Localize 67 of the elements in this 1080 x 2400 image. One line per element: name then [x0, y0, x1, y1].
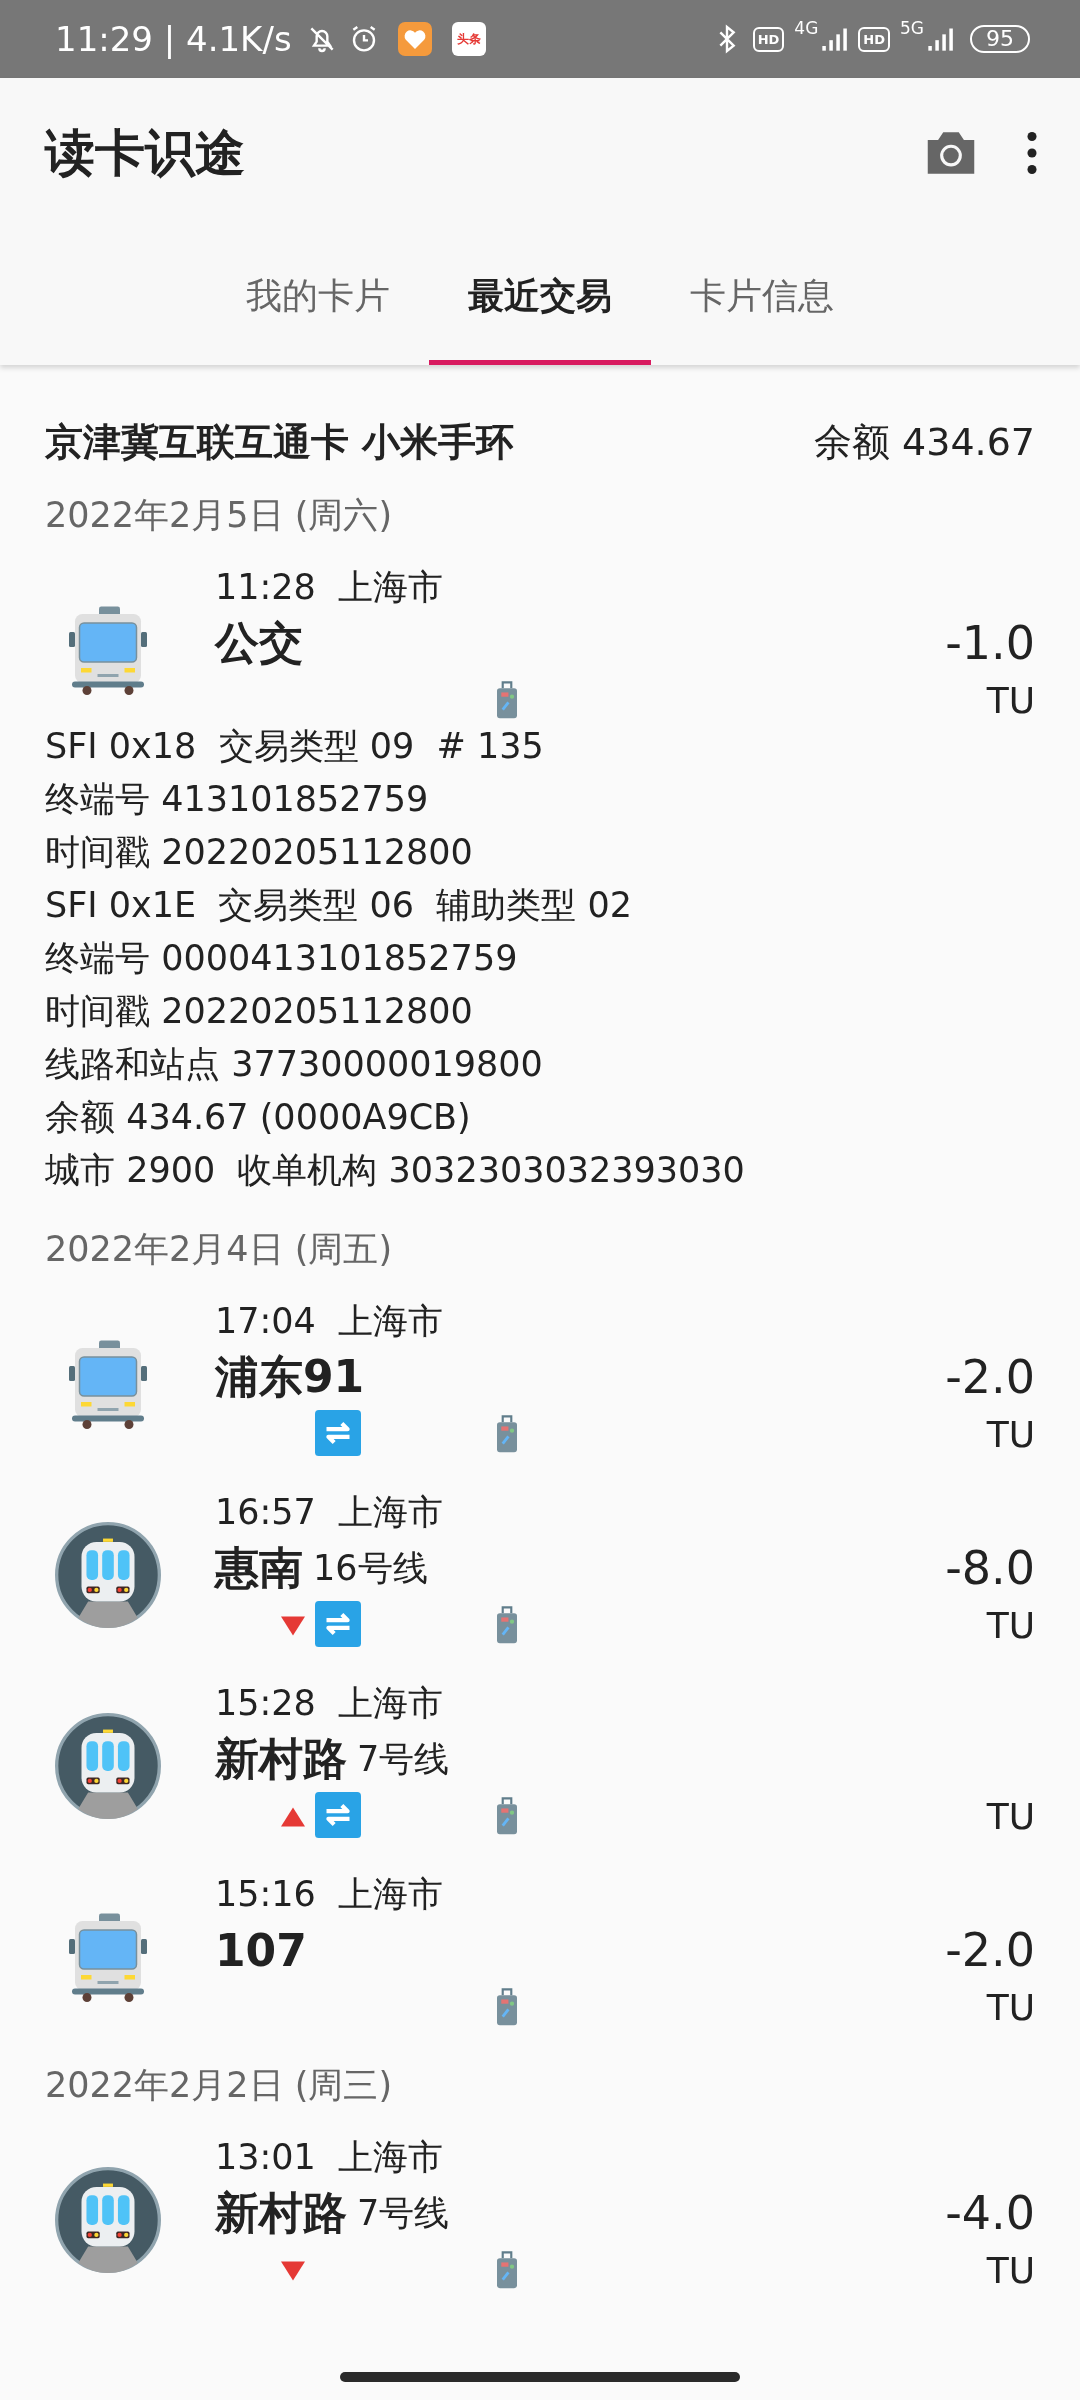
tab[interactable]: 卡片信息: [651, 228, 873, 365]
date-header: 2022年2月4日 (周五): [44, 1228, 394, 1271]
transaction-amount: -4.0: [945, 2185, 1035, 2242]
detail-line: 余额 434.67 (0000A9CB): [45, 1096, 472, 1139]
currency-unit: TU: [985, 2249, 1035, 2293]
date-header: 2022年2月5日 (周六): [44, 494, 394, 537]
tab[interactable]: 最近交易: [429, 228, 651, 365]
currency-unit: TU: [985, 1986, 1035, 2030]
line-name: 16号线: [313, 1546, 428, 1590]
metro-train-icon: [54, 2166, 161, 2273]
transaction-time: 15:28 上海市: [215, 1681, 445, 1725]
heart-app-icon: [397, 22, 432, 56]
transaction-time: 13:01 上海市: [215, 2135, 445, 2179]
news-app-icon: 头条: [451, 22, 486, 56]
detail-line: 时间戳 20220205112800: [45, 831, 474, 874]
luggage-icon: [495, 680, 519, 721]
currency-unit: TU: [985, 679, 1035, 723]
detail-line: 终端号 413101852759: [45, 778, 430, 821]
line-name: 7号线: [357, 1737, 450, 1781]
battery-indicator: 95: [970, 25, 1030, 53]
station-name: 惠南: [215, 1540, 303, 1595]
transaction-item[interactable]: 15:16 上海市 107 -2.0 TU: [0, 1846, 1080, 2037]
transaction-amount: -2.0: [945, 1922, 1035, 1979]
metro-train-icon: [54, 1712, 161, 1819]
metro-train-icon: [54, 1521, 161, 1628]
status-time: 11:29 | 4.1K/s: [55, 19, 292, 59]
luggage-icon: [495, 2250, 519, 2291]
transaction-time: 15:16 上海市: [215, 1872, 445, 1916]
tab[interactable]: 我的卡片: [207, 228, 429, 365]
more-icon[interactable]: [1026, 131, 1038, 175]
detail-line: SFI 0x1E 交易类型 06 辅助类型 02: [45, 884, 633, 927]
station-name: 公交: [215, 615, 303, 670]
card-name: 京津冀互联互通卡 小米手环: [45, 418, 515, 466]
transaction-item[interactable]: 16:57 上海市 惠南 16号线 -8.0 TU: [0, 1464, 1080, 1655]
station-name: 浦东91: [215, 1349, 365, 1404]
line-name: 7号线: [357, 2191, 450, 2235]
detail-line: 城市 2900 收单机构 3032303032393030: [45, 1149, 746, 1192]
station-name: 新村路: [215, 2185, 347, 2240]
network-label: 4G: [794, 18, 819, 38]
transaction-time: 17:04 上海市: [215, 1299, 445, 1343]
currency-unit: TU: [986, 1795, 1035, 1839]
station-name: 新村路: [215, 1731, 347, 1786]
luggage-icon: [495, 1987, 519, 2028]
hd-badge: HD: [752, 26, 785, 52]
transaction-item[interactable]: 15:28 上海市 新村路 7号线 TU: [0, 1655, 1080, 1846]
transaction-amount: -1.0: [945, 615, 1035, 672]
transaction-item[interactable]: 13:01 上海市 新村路 7号线 -4.0 TU: [0, 2109, 1080, 2300]
transaction-item[interactable]: 17:04 上海市 浦东91 -2.0 TU: [0, 1273, 1080, 1464]
transaction-time: 16:57 上海市: [215, 1490, 445, 1534]
network-label: 5G: [900, 18, 924, 38]
transaction-time: 11:28 上海市: [215, 565, 445, 609]
app-title: 读卡识途: [45, 122, 246, 184]
transaction-amount: -8.0: [945, 1540, 1035, 1597]
hd-badge: HD: [858, 26, 890, 52]
detail-line: 线路和站点 37730000019800: [45, 1043, 544, 1086]
luggage-icon: [495, 1796, 519, 1837]
detail-line: 时间戳 20220205112800: [45, 990, 474, 1033]
detail-line: SFI 0x18 交易类型 09 # 135: [45, 725, 545, 768]
transaction-amount: -2.0: [945, 1349, 1035, 1406]
currency-unit: TU: [985, 1413, 1035, 1457]
detail-line: 终端号 0000413101852759: [45, 937, 519, 980]
station-name: 107: [215, 1924, 307, 1976]
card-balance: 余额 434.67: [813, 418, 1035, 466]
currency-unit: TU: [985, 1604, 1035, 1648]
luggage-icon: [495, 1605, 519, 1646]
luggage-icon: [495, 1414, 519, 1455]
date-header: 2022年2月2日 (周三): [44, 2064, 394, 2107]
